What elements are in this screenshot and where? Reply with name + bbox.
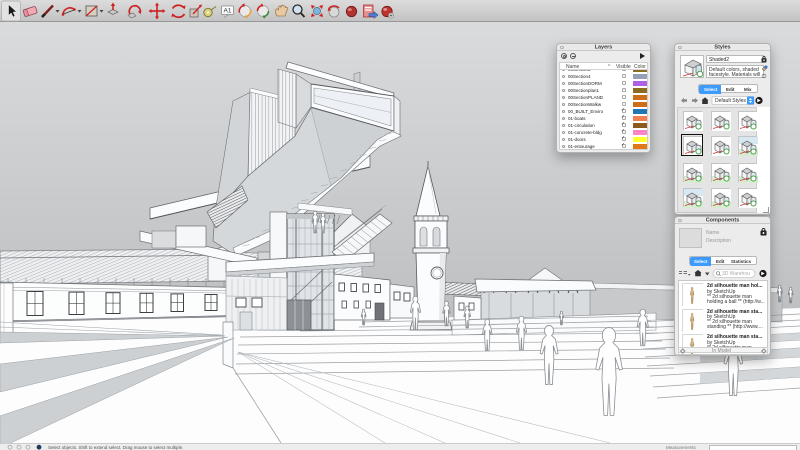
svg-text:A1: A1 bbox=[224, 8, 232, 15]
